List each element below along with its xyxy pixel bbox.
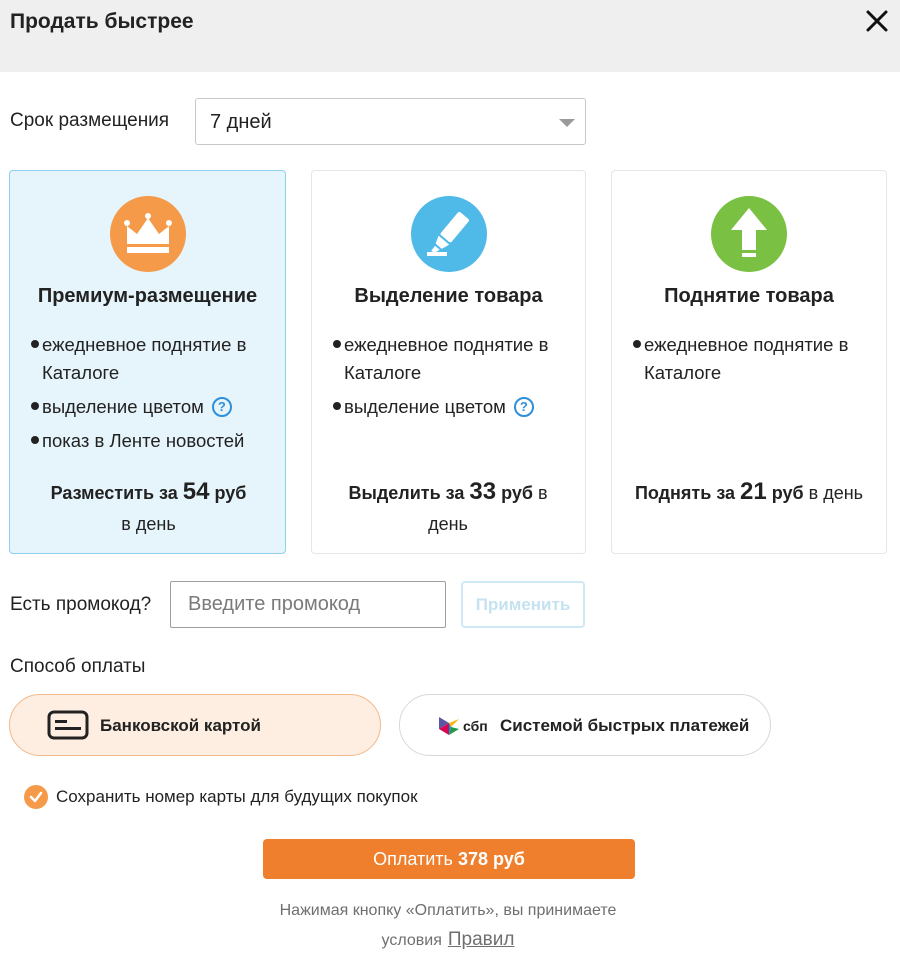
card-price: Поднять за 21 руб в день bbox=[634, 478, 864, 505]
card-price: Выделить за 33 руб в день bbox=[348, 478, 548, 534]
close-icon[interactable] bbox=[862, 6, 892, 36]
save-card-label: Сохранить номер карты для будущих покупо… bbox=[56, 787, 418, 806]
feature-item: выделение цветом? bbox=[28, 393, 275, 421]
chevron-down-icon bbox=[559, 119, 575, 127]
feature-list: ежедневное поднятие в Каталоге выделение… bbox=[28, 331, 275, 461]
card-price: Разместить за 54 руб в день bbox=[50, 478, 247, 534]
card-title: Поднятие товара bbox=[664, 285, 834, 307]
feature-item: выделение цветом? bbox=[330, 393, 575, 421]
modal-header: Продать быстрее bbox=[0, 0, 900, 72]
terms-text: Нажимая кнопку «Оплатить», вы принимаете bbox=[279, 902, 617, 919]
feature-item: ежедневное поднятие в Каталоге bbox=[630, 331, 876, 387]
highlighter-icon bbox=[411, 196, 487, 272]
pay-button[interactable]: Оплатить 378 руб bbox=[263, 839, 635, 879]
feature-item: показ в Ленте новостей bbox=[28, 427, 275, 455]
help-icon[interactable]: ? bbox=[211, 397, 232, 417]
feature-item: ежедневное поднятие в Каталоге bbox=[330, 331, 575, 387]
sbp-logo-icon bbox=[437, 715, 461, 744]
promo-label: Есть промокод? bbox=[10, 594, 152, 615]
modal-title: Продать быстрее bbox=[10, 10, 194, 33]
feature-list: ежедневное поднятие в Каталоге выделение… bbox=[330, 331, 575, 427]
payment-option-label: Системой быстрых платежей bbox=[500, 716, 750, 735]
crown-icon bbox=[110, 196, 186, 272]
payment-label: Способ оплаты bbox=[10, 656, 146, 677]
term-label: Срок размещения bbox=[10, 110, 170, 131]
rules-link[interactable]: Правил bbox=[448, 929, 515, 950]
card-title: Премиум-размещение bbox=[37, 285, 258, 307]
promo-input[interactable] bbox=[170, 581, 446, 628]
feature-list: ежедневное поднятие в Каталоге bbox=[630, 331, 876, 393]
terms-line: условия Правил bbox=[381, 929, 515, 950]
sbp-logo-text: сбп bbox=[463, 718, 488, 734]
feature-item: ежедневное поднятие в Каталоге bbox=[28, 331, 275, 387]
check-icon bbox=[29, 791, 43, 803]
card-title: Выделение товара bbox=[354, 285, 543, 307]
payment-option-sbp[interactable]: сбп Системой быстрых платежей bbox=[399, 694, 771, 756]
term-select[interactable]: 7 дней bbox=[195, 98, 586, 145]
promo-apply-button[interactable]: Применить bbox=[461, 581, 585, 628]
save-card-checkbox[interactable] bbox=[24, 785, 48, 809]
payment-option-card[interactable]: Банковской картой bbox=[9, 694, 381, 756]
arrow-up-icon bbox=[711, 196, 787, 272]
payment-option-label: Банковской картой bbox=[100, 716, 261, 735]
term-select-value: 7 дней bbox=[210, 111, 272, 133]
help-icon[interactable]: ? bbox=[513, 397, 534, 417]
card-icon bbox=[47, 710, 89, 745]
